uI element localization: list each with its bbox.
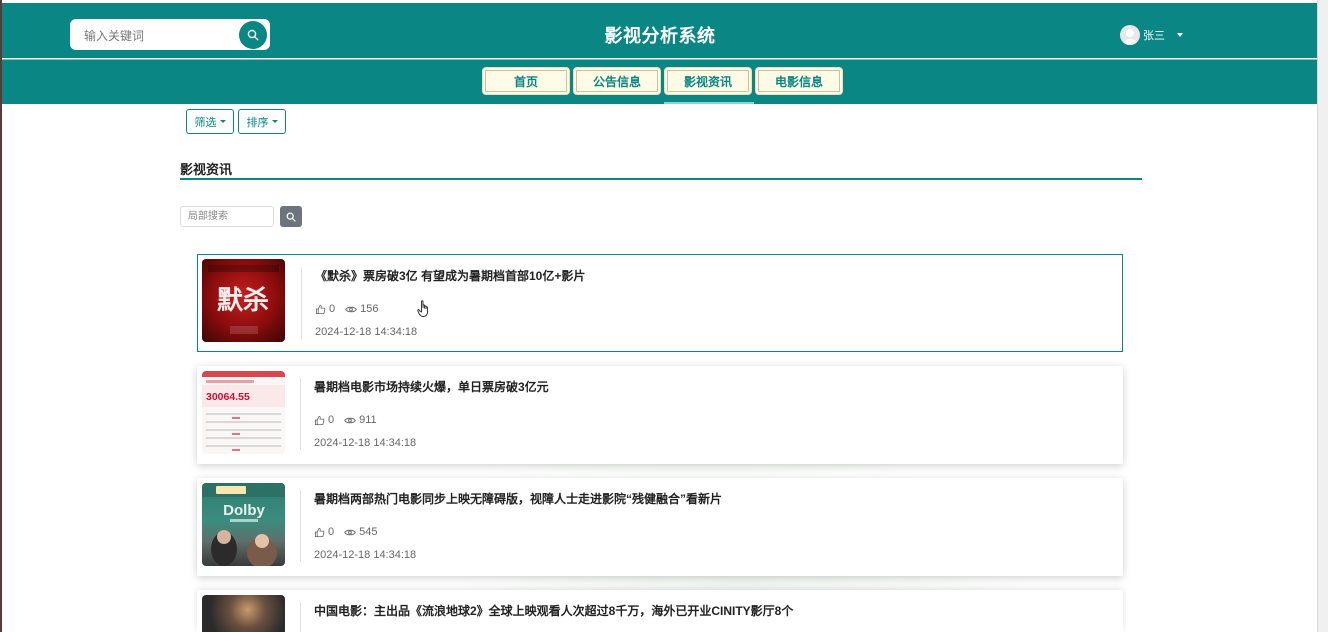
- view-count: 545: [344, 526, 377, 538]
- main-nav: 首页 公告信息 影视资讯 电影信息: [2, 59, 1318, 104]
- local-search-input[interactable]: [180, 206, 274, 227]
- eye-icon: [345, 306, 357, 312]
- news-title[interactable]: 暑期档两部热门电影同步上映无障碍版，视障人士走进影院“残健融合”看新片: [314, 490, 722, 507]
- like-count[interactable]: 0: [315, 303, 335, 315]
- svg-text:默杀: 默杀: [217, 285, 269, 316]
- svg-text:30064.55: 30064.55: [206, 391, 250, 403]
- news-thumbnail[interactable]: 30064.55: [202, 371, 285, 454]
- thumbs-up-icon: [314, 527, 325, 537]
- dolby-poster-image: Dolby: [202, 483, 285, 566]
- sort-label: 排序: [246, 116, 269, 129]
- news-title[interactable]: 中国电影：主出品《流浪地球2》全球上映观看人次超过8千万，海外已开业CINITY…: [314, 602, 793, 619]
- news-date: 2024-12-18 14:34:18: [315, 326, 418, 338]
- news-thumbnail[interactable]: [202, 595, 285, 632]
- news-title[interactable]: 暑期档电影市场持续火爆，单日票房破3亿元: [314, 378, 549, 395]
- thumbs-up-icon: [315, 304, 326, 314]
- avatar: [1120, 25, 1140, 45]
- chevron-down-icon: [219, 120, 226, 123]
- news-card[interactable]: 默杀 《默杀》票房破3亿 有望成为暑期档首部10亿+影片 0 156 2024-…: [197, 254, 1123, 352]
- eye-icon: [344, 417, 356, 423]
- news-stats: 0 911: [314, 414, 387, 426]
- local-search-button[interactable]: [280, 206, 302, 227]
- view-count: 156: [345, 303, 378, 315]
- news-thumbnail[interactable]: Dolby: [202, 483, 285, 566]
- filter-label: 筛选: [194, 116, 217, 129]
- user-menu[interactable]: 张三: [1120, 25, 1183, 45]
- top-header: 影视分析系统 张三: [2, 3, 1318, 58]
- card-divider: [300, 602, 301, 632]
- sort-dropdown-button[interactable]: 排序: [238, 109, 286, 134]
- nav-item-film-news[interactable]: 影视资讯: [664, 67, 752, 95]
- news-thumbnail[interactable]: 默杀: [202, 259, 285, 342]
- news-date: 2024-12-18 14:34:18: [314, 437, 417, 449]
- eye-icon: [344, 529, 356, 535]
- chevron-down-icon: [1177, 33, 1183, 37]
- movie-poster-image: 默杀: [208, 265, 279, 334]
- news-stats: 0 156: [315, 303, 388, 315]
- card-divider: [300, 490, 301, 562]
- chevron-down-icon: [271, 120, 278, 123]
- card-divider: [301, 267, 302, 339]
- view-count: 911: [344, 414, 377, 426]
- filter-dropdown-button[interactable]: 筛选: [186, 109, 234, 134]
- svg-text:Dolby: Dolby: [223, 502, 265, 519]
- news-title[interactable]: 《默杀》票房破3亿 有望成为暑期档首部10亿+影片: [315, 267, 585, 284]
- user-name: 张三: [1143, 30, 1165, 42]
- user-icon: [1123, 29, 1137, 45]
- nav-item-home[interactable]: 首页: [482, 67, 570, 95]
- news-card[interactable]: Dolby 暑期档两部热门电影同步上映无障碍版，视障人士走进影院“残健融合”看新…: [197, 478, 1123, 576]
- like-count[interactable]: 0: [314, 526, 334, 538]
- like-count[interactable]: 0: [314, 414, 334, 426]
- hand-cursor-icon: [417, 300, 428, 317]
- nav-item-announcements[interactable]: 公告信息: [573, 67, 661, 95]
- section-title: 影视资讯: [180, 162, 233, 177]
- thumbs-up-icon: [314, 415, 325, 425]
- news-card[interactable]: 中国电影：主出品《流浪地球2》全球上映观看人次超过8千万，海外已开业CINITY…: [197, 590, 1123, 632]
- box-office-screenshot-image: 30064.55: [202, 371, 285, 451]
- news-stats: 0 545: [314, 526, 387, 538]
- search-icon: [286, 212, 296, 222]
- news-card[interactable]: 30064.55 暑期档电影市场持续火爆，单日票房破3亿元 0 911 2024…: [197, 366, 1123, 464]
- scrollbar[interactable]: [1317, 0, 1328, 632]
- news-date: 2024-12-18 14:34:18: [314, 549, 417, 561]
- section-divider: [180, 178, 1142, 180]
- nav-item-movie-info[interactable]: 电影信息: [755, 67, 843, 95]
- card-divider: [300, 378, 301, 450]
